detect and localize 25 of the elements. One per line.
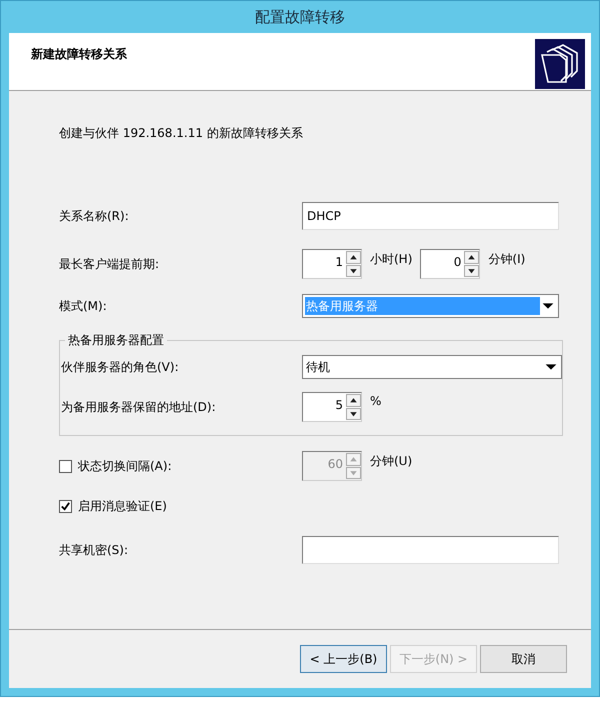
wizard-button[interactable]: < 上一步(B) — [300, 645, 387, 673]
checkbox-label: 状态切换间隔(A): — [78, 458, 172, 474]
field-label: 为备用服务器保留的地址(D): — [61, 398, 217, 416]
percent-spinner[interactable]: 5 — [302, 392, 362, 422]
field-label: 伙伴服务器的角色(V): — [61, 358, 180, 376]
checkbox-label: 启用消息验证(E) — [78, 498, 167, 514]
hours-spinner[interactable]: 1 — [302, 249, 362, 279]
unit-label: 小时(H) — [370, 251, 412, 268]
field-label: 模式(M): — [59, 298, 108, 314]
unit-label: % — [370, 394, 382, 408]
minutes-spinner[interactable]: 0 — [420, 249, 480, 279]
group-title: 热备用服务器配置 — [67, 332, 165, 349]
unit-label: 分钟(U) — [370, 453, 412, 470]
role-dropdown[interactable]: 待机 — [302, 355, 562, 379]
unit-label: 分钟(I) — [488, 251, 526, 268]
field-label: 最长客户端提前期: — [59, 256, 160, 272]
wizard-button[interactable]: 取消 — [480, 645, 567, 673]
window-title: 配置故障转移 — [255, 8, 345, 26]
field-label: 关系名称(R): — [59, 208, 130, 224]
checkbox[interactable] — [59, 500, 72, 512]
field-label: 共享机密(S): — [59, 542, 130, 558]
page-title: 新建故障转移关系 — [31, 46, 127, 62]
relationship-name-field[interactable]: DHCP — [302, 202, 559, 230]
shared-secret-field[interactable] — [302, 536, 559, 564]
description-text: 创建与伙伴 192.168.1.11 的新故障转移关系 — [59, 125, 304, 142]
